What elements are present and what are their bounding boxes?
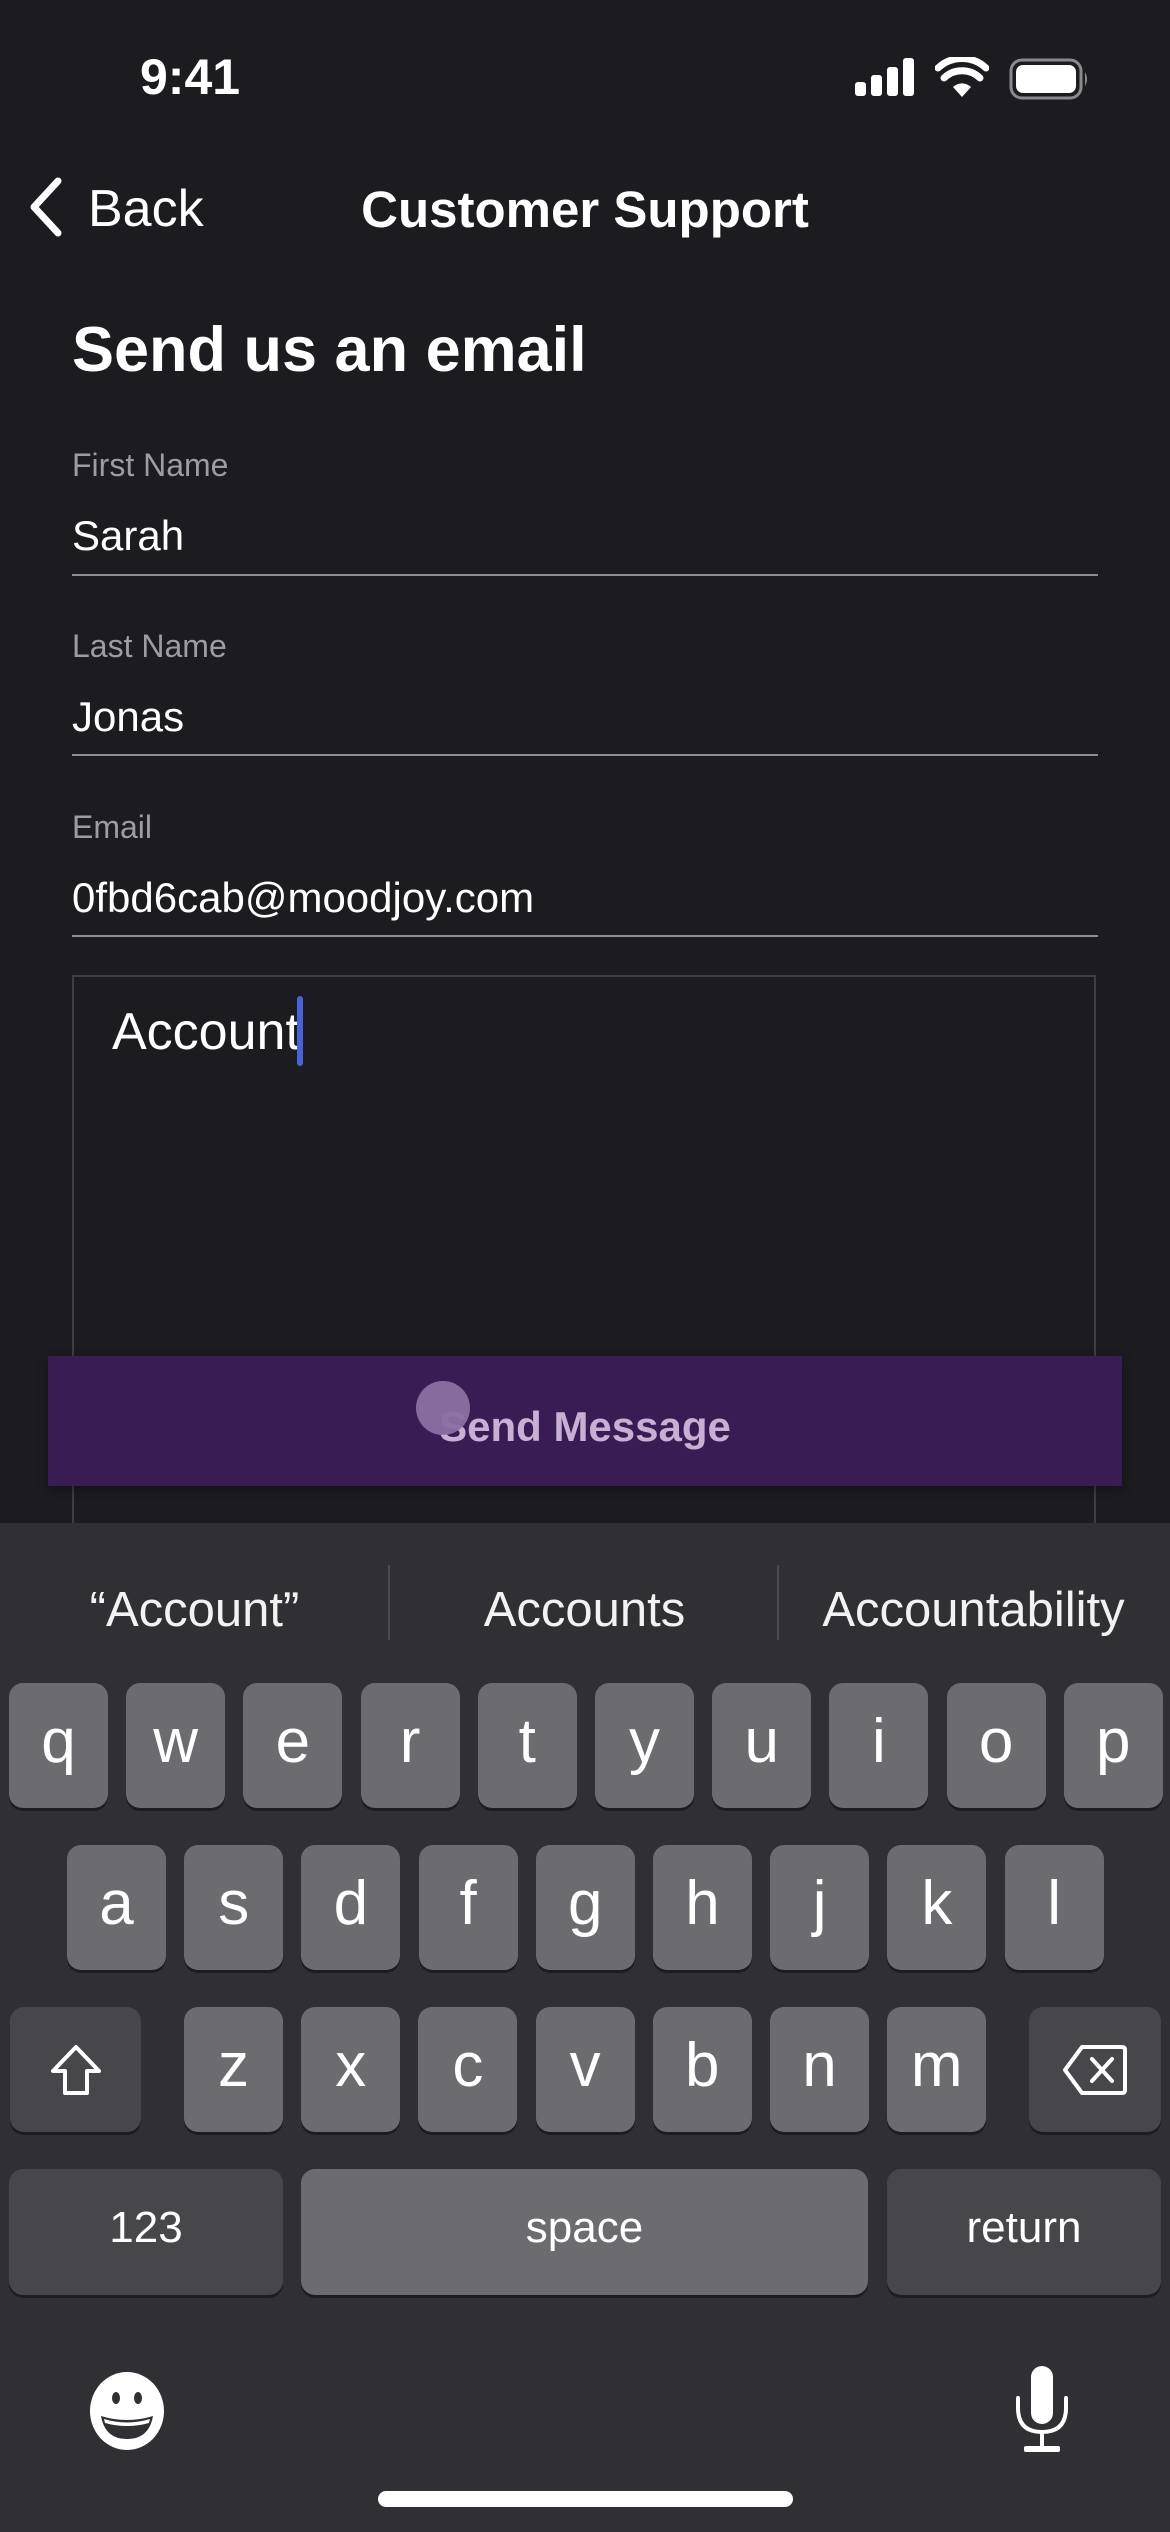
key-label: l [1047, 1869, 1061, 1938]
key-label: r [399, 1707, 421, 1776]
return-key[interactable]: return [887, 2169, 1161, 2295]
key-label: x [335, 2031, 367, 2100]
key-label: a [99, 1869, 134, 1938]
nav-title-text: Customer Support [361, 181, 809, 238]
email-field[interactable]: 0fbd6cab@moodjoy.com [72, 874, 534, 922]
key-k[interactable]: k [887, 1845, 987, 1970]
key-label: v [569, 2031, 601, 2100]
emoji-icon[interactable] [87, 2371, 167, 2451]
key-a[interactable]: a [67, 1845, 166, 1970]
key-label: m [910, 2031, 963, 2100]
wifi-icon [935, 57, 989, 97]
key-label: z [218, 2031, 249, 2100]
key-q[interactable]: q [9, 1683, 108, 1808]
key-label: c [452, 2031, 484, 2100]
key-label: u [744, 1707, 779, 1776]
microphone-icon[interactable] [1012, 2364, 1072, 2456]
key-label: h [685, 1869, 720, 1938]
delete-backward-icon [1063, 2044, 1127, 2095]
key-e[interactable]: e [243, 1683, 343, 1808]
key-m[interactable]: m [887, 2007, 987, 2132]
status-time: 9:41 [140, 49, 241, 105]
key-label: j [812, 1869, 827, 1938]
key-b[interactable]: b [652, 2007, 752, 2132]
key-s[interactable]: s [184, 1845, 284, 1970]
key-p[interactable]: p [1063, 1683, 1163, 1808]
suggestion-2[interactable]: Accounts [390, 1582, 779, 1638]
key-label: d [333, 1869, 369, 1938]
key-u[interactable]: u [712, 1683, 812, 1808]
key-label: q [41, 1707, 76, 1776]
key-c[interactable]: c [418, 2007, 518, 2132]
touch-indicator [416, 1381, 470, 1435]
numbers-key[interactable]: 123 [9, 2169, 283, 2295]
space-key[interactable]: space [301, 2169, 868, 2295]
key-label: e [275, 1707, 311, 1776]
send-message-label: Send Message [439, 1403, 731, 1450]
key-label: b [685, 2031, 720, 2100]
key-w[interactable]: w [126, 1683, 226, 1808]
key-v[interactable]: v [535, 2007, 635, 2132]
first-name-field[interactable]: Sarah [72, 512, 184, 560]
key-j[interactable]: j [770, 1845, 870, 1970]
cellular-signal-icon [855, 58, 914, 96]
key-t[interactable]: t [477, 1683, 577, 1808]
last-name-label: Last Name [72, 628, 227, 664]
key-d[interactable]: d [301, 1845, 401, 1970]
key-label: p [1096, 1707, 1131, 1776]
email-label: Email [72, 809, 153, 845]
last-name-underline [72, 754, 1098, 756]
key-label: n [802, 2031, 837, 2100]
home-indicator[interactable] [378, 2491, 793, 2507]
last-name-field[interactable]: Jonas [72, 693, 184, 741]
key-label: y [629, 1707, 660, 1776]
first-name-label: First Name [72, 447, 229, 483]
numbers-key-label: 123 [109, 2203, 183, 2252]
key-label: w [153, 1707, 199, 1776]
space-key-label: space [525, 2203, 644, 2252]
first-name-underline [72, 574, 1098, 576]
key-label: s [218, 1869, 250, 1938]
message-text: Account [112, 1003, 300, 1061]
key-l[interactable]: l [1004, 1845, 1104, 1970]
key-o[interactable]: o [946, 1683, 1046, 1808]
send-message-button[interactable]: Send Message [48, 1356, 1122, 1486]
battery-icon [1009, 58, 1087, 100]
key-label: f [459, 1869, 477, 1938]
key-i[interactable]: i [829, 1683, 929, 1808]
suggestion-3[interactable]: Accountability [779, 1582, 1168, 1638]
key-z[interactable]: z [184, 2007, 283, 2132]
key-label: i [872, 1707, 886, 1776]
suggestion-1[interactable]: “Account” [0, 1582, 389, 1638]
form-title: Send us an email [72, 315, 587, 385]
key-x[interactable]: x [301, 2007, 401, 2132]
key-h[interactable]: h [653, 1845, 752, 1970]
key-y[interactable]: y [595, 1683, 694, 1808]
delete-key[interactable] [1029, 2007, 1161, 2132]
return-key-label: return [966, 2203, 1082, 2252]
page-header-title: Customer Support [0, 180, 1170, 239]
key-n[interactable]: n [770, 2007, 869, 2132]
key-r[interactable]: r [360, 1683, 460, 1808]
key-label: k [921, 1869, 953, 1938]
key-label: t [518, 1707, 536, 1776]
text-cursor [297, 996, 303, 1066]
key-label: g [568, 1869, 603, 1938]
key-g[interactable]: g [535, 1845, 635, 1970]
key-label: o [978, 1707, 1014, 1776]
email-underline [72, 935, 1098, 937]
key-f[interactable]: f [418, 1845, 518, 1970]
shift-key[interactable] [10, 2007, 141, 2132]
shift-icon [50, 2044, 101, 2095]
